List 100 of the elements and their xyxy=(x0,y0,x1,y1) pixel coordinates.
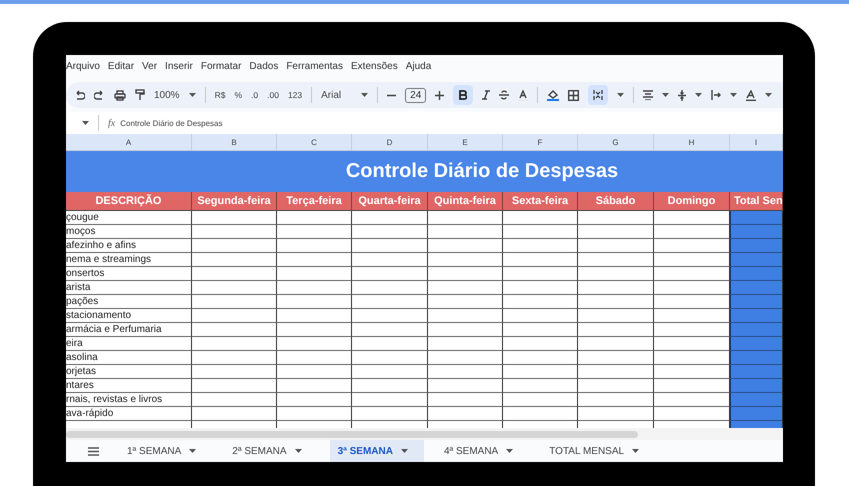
table-cell: ntares xyxy=(66,379,192,393)
caret-icon xyxy=(294,449,302,453)
table-cell: nema e streamings xyxy=(66,253,192,267)
table-cell: moços xyxy=(66,225,192,239)
menu-item[interactable]: Ajuda xyxy=(402,61,436,72)
table-header: Sexta-feira xyxy=(503,192,578,211)
decrease-decimals-button[interactable]: .0 xyxy=(251,90,258,100)
table-cell xyxy=(730,309,783,323)
menu-item[interactable]: Editar xyxy=(104,61,138,72)
number-format-button[interactable]: 123 xyxy=(288,90,302,100)
column-header[interactable]: F xyxy=(503,134,578,151)
text-color-icon[interactable] xyxy=(518,90,528,100)
caret-icon xyxy=(400,449,408,453)
table-cell xyxy=(730,337,783,351)
table-cell: eira xyxy=(66,337,192,351)
table-header: Sábado xyxy=(578,192,654,211)
table-cell xyxy=(730,267,783,281)
sheet-tab[interactable]: 4ª SEMANA xyxy=(436,440,530,462)
column-header[interactable]: C xyxy=(277,134,352,151)
table-cell xyxy=(730,239,783,253)
text-wrap-icon[interactable] xyxy=(711,90,722,100)
increase-decimals-button[interactable]: .00 xyxy=(267,90,279,100)
table-header: Total Sen xyxy=(730,192,783,211)
menu-item[interactable]: Ver xyxy=(138,61,162,72)
column-header[interactable]: B xyxy=(192,134,277,151)
table-cell: çougue xyxy=(66,211,192,225)
function-icon: fx xyxy=(108,118,116,128)
plus-icon[interactable] xyxy=(435,90,444,100)
caret-icon[interactable] xyxy=(617,93,624,97)
table-cell xyxy=(730,351,783,365)
table-cell: onsertos xyxy=(66,267,192,281)
zoom-dropdown[interactable]: 100% xyxy=(154,90,196,100)
column-header[interactable]: I xyxy=(730,134,783,151)
font-dropdown[interactable]: Arial xyxy=(321,90,368,100)
undo-icon[interactable] xyxy=(74,90,85,100)
currency-format-button[interactable]: R$ xyxy=(214,90,226,100)
caret-icon[interactable] xyxy=(695,93,702,97)
table-cell xyxy=(730,295,783,309)
table-header: Terça-feira xyxy=(277,192,352,211)
sheet-tab[interactable]: 2ª SEMANA xyxy=(224,440,318,462)
caret-icon xyxy=(189,449,196,453)
table-cell: ava-rápido xyxy=(66,407,192,421)
formula-field[interactable]: Controle Diário de Despesas xyxy=(120,118,222,128)
caret-icon xyxy=(361,93,368,97)
caret-icon xyxy=(188,93,196,97)
menu-item[interactable]: Arquivo xyxy=(66,61,104,72)
menu-item[interactable]: Extensões xyxy=(347,61,402,72)
menu-item[interactable]: Ferramentas xyxy=(282,61,347,72)
table-header: Domingo xyxy=(654,192,730,211)
bold-button[interactable] xyxy=(453,85,474,105)
table-cell: arista xyxy=(66,281,192,295)
menu-item[interactable]: Dados xyxy=(245,61,282,72)
table-header: Quinta-feira xyxy=(428,192,503,211)
align-icon[interactable] xyxy=(643,90,654,100)
table-cell: stacionamento xyxy=(66,309,192,323)
caret-icon[interactable] xyxy=(765,93,772,97)
table-cell: afezinho e afins xyxy=(66,239,192,253)
text-rotation-icon[interactable] xyxy=(746,90,756,100)
print-icon[interactable] xyxy=(114,90,126,100)
table-cell: pações xyxy=(66,295,192,309)
table-cell xyxy=(730,379,783,393)
percent-format-button[interactable]: % xyxy=(234,90,242,100)
column-header[interactable]: A xyxy=(66,134,192,151)
merge-cells-button[interactable] xyxy=(588,85,608,105)
table-cell xyxy=(730,211,783,225)
strikethrough-icon[interactable] xyxy=(499,90,510,100)
caret-icon[interactable] xyxy=(82,121,89,125)
menu-item[interactable]: Inserir xyxy=(161,61,197,72)
table-cell xyxy=(730,393,783,407)
caret-icon[interactable] xyxy=(662,93,670,97)
table-cell xyxy=(730,407,783,421)
table-cell: orjetas xyxy=(66,365,192,379)
borders-icon[interactable] xyxy=(568,90,580,100)
bold-icon xyxy=(459,90,468,100)
menu-item[interactable]: Formatar xyxy=(196,61,246,72)
sheet-tab[interactable]: 3ª SEMANA xyxy=(330,440,424,462)
menu-icon[interactable] xyxy=(88,446,99,456)
font-size-field[interactable]: 24 xyxy=(405,88,426,102)
table-cell: rnais, revistas e livros xyxy=(66,393,192,407)
column-header[interactable]: E xyxy=(428,134,503,151)
vertical-align-icon[interactable] xyxy=(678,90,686,100)
table-cell xyxy=(730,253,783,267)
redo-icon[interactable] xyxy=(94,90,105,100)
merge-icon xyxy=(593,90,604,100)
table-cell: armácia e Perfumaria xyxy=(66,323,192,337)
sheet-tab[interactable]: TOTAL MENSAL xyxy=(541,440,656,462)
paint-roller-icon[interactable] xyxy=(135,89,145,101)
caret-icon xyxy=(632,449,640,453)
table-cell xyxy=(730,365,783,379)
table-cell xyxy=(730,281,783,295)
caret-icon[interactable] xyxy=(730,93,738,97)
fill-color-icon[interactable] xyxy=(547,89,560,101)
sheet-tab[interactable]: 1ª SEMANA xyxy=(119,440,212,462)
sheet-title: Controle Diário de Despesas xyxy=(66,151,783,192)
column-header[interactable]: D xyxy=(352,134,428,151)
table-cell xyxy=(730,225,783,239)
column-header[interactable]: H xyxy=(654,134,730,151)
caret-icon xyxy=(506,449,514,453)
column-header[interactable]: G xyxy=(578,134,654,151)
italic-icon[interactable] xyxy=(482,90,490,100)
